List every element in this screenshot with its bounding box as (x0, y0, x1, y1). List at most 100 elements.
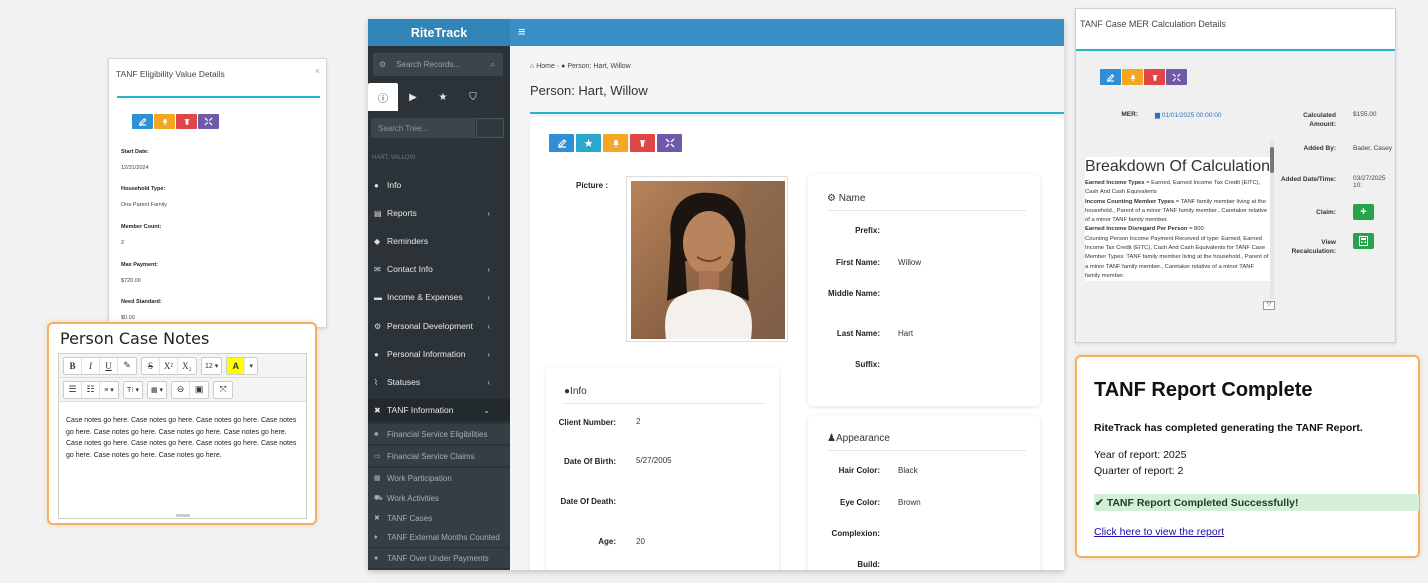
person-icon: ♟ (827, 433, 836, 444)
color-dropdown-caret[interactable]: ▾ (245, 358, 257, 374)
eye-color-label: Eye Color: (839, 498, 880, 507)
person-icon: ● (374, 180, 379, 190)
text-color-button[interactable]: A (227, 357, 246, 374)
sidebar-subitem-work-activities[interactable]: ⛟ Work Activities (368, 488, 510, 508)
collapse-button[interactable] (657, 134, 682, 152)
collapse-button[interactable] (198, 114, 219, 129)
reminder-button[interactable] (1122, 69, 1143, 85)
view-report-link[interactable]: Click here to view the report (1094, 526, 1224, 538)
sidebar-item-info[interactable]: ● Info (368, 174, 510, 196)
edit-button[interactable] (132, 114, 153, 129)
hamburger-menu-icon[interactable]: ≡ (518, 24, 526, 39)
chevron-left-icon: ‹ (487, 349, 490, 359)
ordered-list-button[interactable]: ☷ (82, 381, 100, 398)
sidebar-item-reports[interactable]: ▤ Reports ‹ (368, 202, 510, 224)
sidebar-item-personal-information[interactable]: ● Personal Information ‹ (368, 343, 510, 365)
italic-button[interactable]: I (82, 357, 100, 374)
scrollbar-thumb[interactable] (1270, 147, 1274, 173)
image-button[interactable]: ▣ (190, 382, 208, 398)
field-value: 2 (121, 240, 125, 246)
calculator-icon (1359, 236, 1368, 246)
collapse-button[interactable] (1166, 69, 1187, 85)
calculated-amount-label: Calculated Amount: (1303, 112, 1336, 128)
sidebar-item-income-expenses[interactable]: ▬ Income & Expenses ‹ (368, 286, 510, 308)
delete-button[interactable] (1144, 69, 1165, 85)
mer-link[interactable]: ▆ 01/01/2025 00:00:00 (1155, 111, 1221, 119)
sidebar-item-personal-development[interactable]: ⚙ Personal Development ‹ (368, 315, 510, 337)
add-claim-button[interactable]: + (1353, 204, 1374, 220)
table-dropdown[interactable]: ▦ ▾ (148, 382, 166, 398)
tab-info[interactable]: ⓘ (368, 83, 398, 111)
bell-icon (162, 119, 167, 125)
flame-icon: ♦ (374, 533, 378, 541)
sidebar-item-label: Statuses (387, 377, 421, 387)
font-size-dropdown[interactable]: 12 ▾ (202, 358, 221, 374)
breadcrumb-home[interactable]: Home (536, 63, 555, 70)
reminder-button[interactable] (154, 114, 175, 129)
ritetrack-app-window: RiteTrack ⚙ Search Records... ⌕ ⓘ ▶ ★ ⛉ … (368, 19, 1064, 570)
superscript-button[interactable]: X² (160, 357, 178, 374)
close-icon[interactable]: × (315, 66, 320, 76)
resize-handle[interactable] (176, 514, 190, 517)
field-value: One Parent Family (121, 202, 167, 208)
appearance-panel: ♟Appearance Hair Color: Black Eye Color:… (808, 415, 1040, 570)
bold-button[interactable]: B (64, 357, 82, 374)
notes-text-area[interactable]: Case notes go here. Case notes go here. … (66, 415, 302, 461)
sidebar-subitem-tanf-over-under-payments[interactable]: ● TANF Over Under Payments (368, 548, 510, 568)
subscript-button[interactable]: X₂ (178, 358, 196, 374)
reports-icon: ▤ (374, 208, 382, 218)
sidebar-subitem-work-participation[interactable]: ▦ Work Participation (368, 468, 510, 488)
sidebar-subitem-tanf-cases[interactable]: ✖ TANF Cases (368, 508, 510, 528)
strikethrough-button[interactable]: S (142, 357, 160, 374)
search-records-field[interactable]: ⚙ Search Records... ⌕ (373, 53, 503, 76)
sidebar-item-reminders[interactable]: ◆ Reminders (368, 230, 510, 252)
edit-icon (138, 118, 147, 126)
first-name-value: Willow (898, 258, 922, 267)
fullscreen-button[interactable]: ⤧ (214, 382, 232, 398)
sidebar-subitem-label: Financial Service Eligibilities (387, 429, 488, 439)
breakdown-term: Earned Income Types (1085, 180, 1145, 186)
report-year: Year of report: 2025 (1094, 449, 1187, 461)
complexion-label: Complexion: (831, 529, 880, 538)
tab-recent[interactable]: ▶ (398, 83, 428, 111)
sidebar-item-statuses[interactable]: ⌇ Statuses ‹ (368, 371, 510, 393)
sidebar-subitem-financial-service-claims[interactable]: ▭ Financial Service Claims (368, 446, 510, 466)
unordered-list-button[interactable]: ☰ (64, 381, 82, 398)
breakdown-desc: Counting Person Income Payment Received … (1085, 235, 1269, 279)
link-button[interactable]: ⊖ (172, 381, 191, 398)
search-icon[interactable]: ⌕ (491, 60, 495, 70)
edit-button[interactable] (549, 134, 574, 152)
brand-logo[interactable]: RiteTrack (368, 19, 510, 46)
underline-button[interactable]: U (100, 357, 118, 374)
report-message-body: TANF Report Complete RiteTrack has compl… (1086, 365, 1419, 548)
tab-favorites[interactable]: ★ (428, 83, 458, 111)
search-tree-input[interactable]: Search Tree... (371, 118, 475, 138)
favorite-button[interactable]: ★ (576, 134, 601, 152)
tab-security[interactable]: ⛉ (458, 83, 488, 111)
style-dropdown[interactable]: T⁝ ▾ (124, 382, 142, 398)
delete-button[interactable] (176, 114, 197, 129)
color-group: A ▾ (226, 356, 259, 375)
development-icon: ⚙ (374, 321, 382, 331)
sidebar-item-contact-info[interactable]: ✉ Contact Info ‹ (368, 258, 510, 280)
dob-label: Date Of Birth: (564, 457, 616, 466)
eraser-button[interactable]: ✎ (118, 358, 136, 374)
sidebar-subitem-tanf-external-months[interactable]: ♦ TANF External Months Counted (368, 527, 510, 547)
delete-button[interactable] (630, 134, 655, 152)
align-dropdown[interactable]: ≡ ▾ (100, 382, 118, 398)
expand-icon[interactable]: ⤧ (1263, 301, 1275, 310)
breakdown-scrollbar[interactable] (1270, 139, 1274, 299)
home-icon: ⌂ (530, 63, 535, 70)
tanf-icon: ✖ (374, 405, 381, 415)
sidebar-subitem-financial-service-eligibilities[interactable]: ♣ Financial Service Eligibilities (368, 424, 510, 444)
compress-icon (1172, 72, 1181, 82)
search-tree-button[interactable] (476, 118, 504, 138)
play-icon: ▶ (409, 91, 417, 103)
last-name-label: Last Name: (836, 329, 880, 338)
view-recalculation-button[interactable] (1353, 233, 1374, 249)
settings-icon[interactable]: ⚙ (379, 60, 386, 69)
reminder-button[interactable] (603, 134, 628, 152)
contact-icon: ✉ (374, 264, 381, 274)
sidebar-item-tanf-information[interactable]: ✖ TANF Information ⌄ (368, 399, 510, 421)
edit-button[interactable] (1100, 69, 1121, 85)
